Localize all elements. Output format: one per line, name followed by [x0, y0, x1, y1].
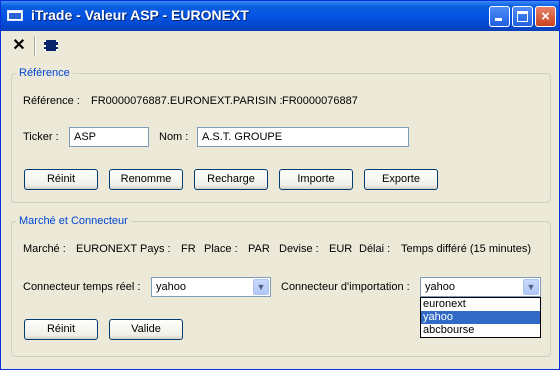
import-connector-dropdown: euronext yahoo abcbourse [420, 297, 541, 338]
reinit-button[interactable]: Réinit [24, 169, 98, 190]
name-label: Nom : [159, 131, 189, 143]
isin-label: ISIN : [255, 95, 283, 107]
close-window-button[interactable]: × [535, 6, 556, 27]
ticker-label: Ticker : [23, 131, 59, 143]
realtime-connector-label: Connecteur temps réel : [23, 281, 141, 293]
chevron-down-icon[interactable]: ▼ [523, 279, 539, 295]
pays-value: FR [181, 243, 196, 255]
marche-label: Marché : [23, 243, 66, 255]
film-icon [44, 40, 58, 51]
dropdown-option[interactable]: euronext [421, 298, 540, 311]
window-title: iTrade - Valeur ASP - EURONEXT [31, 7, 249, 23]
market-legend: Marché et Connecteur [19, 215, 128, 227]
ticker-input[interactable]: ASP [69, 127, 149, 147]
renomme-button[interactable]: Renomme [109, 169, 183, 190]
reference-value: FR0000076887.EURONEXT.PAR [91, 95, 255, 107]
minimize-icon [495, 18, 502, 21]
chevron-down-icon[interactable]: ▼ [253, 279, 269, 295]
import-connector-value: yahoo [425, 281, 455, 293]
app-window: iTrade - Valeur ASP - EURONEXT × ✕ Référ… [0, 0, 560, 370]
toolbar-film-button[interactable] [41, 36, 61, 56]
reinit-market-button[interactable]: Réinit [24, 319, 98, 340]
import-connector-select[interactable]: yahoo ▼ [420, 277, 541, 297]
dropdown-option[interactable]: abcbourse [421, 324, 540, 337]
realtime-connector-select[interactable]: yahoo ▼ [151, 277, 271, 297]
maximize-icon [517, 11, 528, 22]
toolbar-close-button[interactable]: ✕ [9, 36, 29, 56]
recharge-button[interactable]: Recharge [194, 169, 268, 190]
delai-value: Temps différé (15 minutes) [401, 243, 532, 255]
reference-legend: Référence [19, 67, 70, 79]
name-input[interactable]: A.S.T. GROUPE [197, 127, 409, 147]
realtime-connector-value: yahoo [156, 281, 186, 293]
delai-label: Délai : [359, 243, 391, 255]
place-label: Place : [204, 243, 238, 255]
close-x-icon: ✕ [12, 37, 26, 54]
valide-button[interactable]: Valide [109, 319, 183, 340]
close-icon: × [541, 8, 550, 25]
minimize-button[interactable] [489, 6, 510, 27]
place-value: PAR [248, 243, 270, 255]
devise-value: EUR [329, 243, 353, 255]
marche-value: EURONEXT [76, 243, 138, 255]
app-icon [7, 10, 23, 21]
devise-label: Devise : [279, 243, 319, 255]
import-connector-label: Connecteur d'importation : [281, 281, 410, 293]
reference-label: Référence : [23, 95, 80, 107]
dropdown-option[interactable]: yahoo [421, 311, 540, 324]
isin-value: FR0000076887 [282, 95, 358, 107]
importe-button[interactable]: Importe [279, 169, 353, 190]
exporte-button[interactable]: Exporte [364, 169, 438, 190]
title-bar[interactable]: iTrade - Valeur ASP - EURONEXT × [1, 1, 559, 31]
maximize-button[interactable] [512, 6, 533, 27]
toolbar: ✕ [1, 32, 559, 60]
toolbar-separator [34, 36, 36, 56]
pays-label: Pays : [140, 243, 171, 255]
